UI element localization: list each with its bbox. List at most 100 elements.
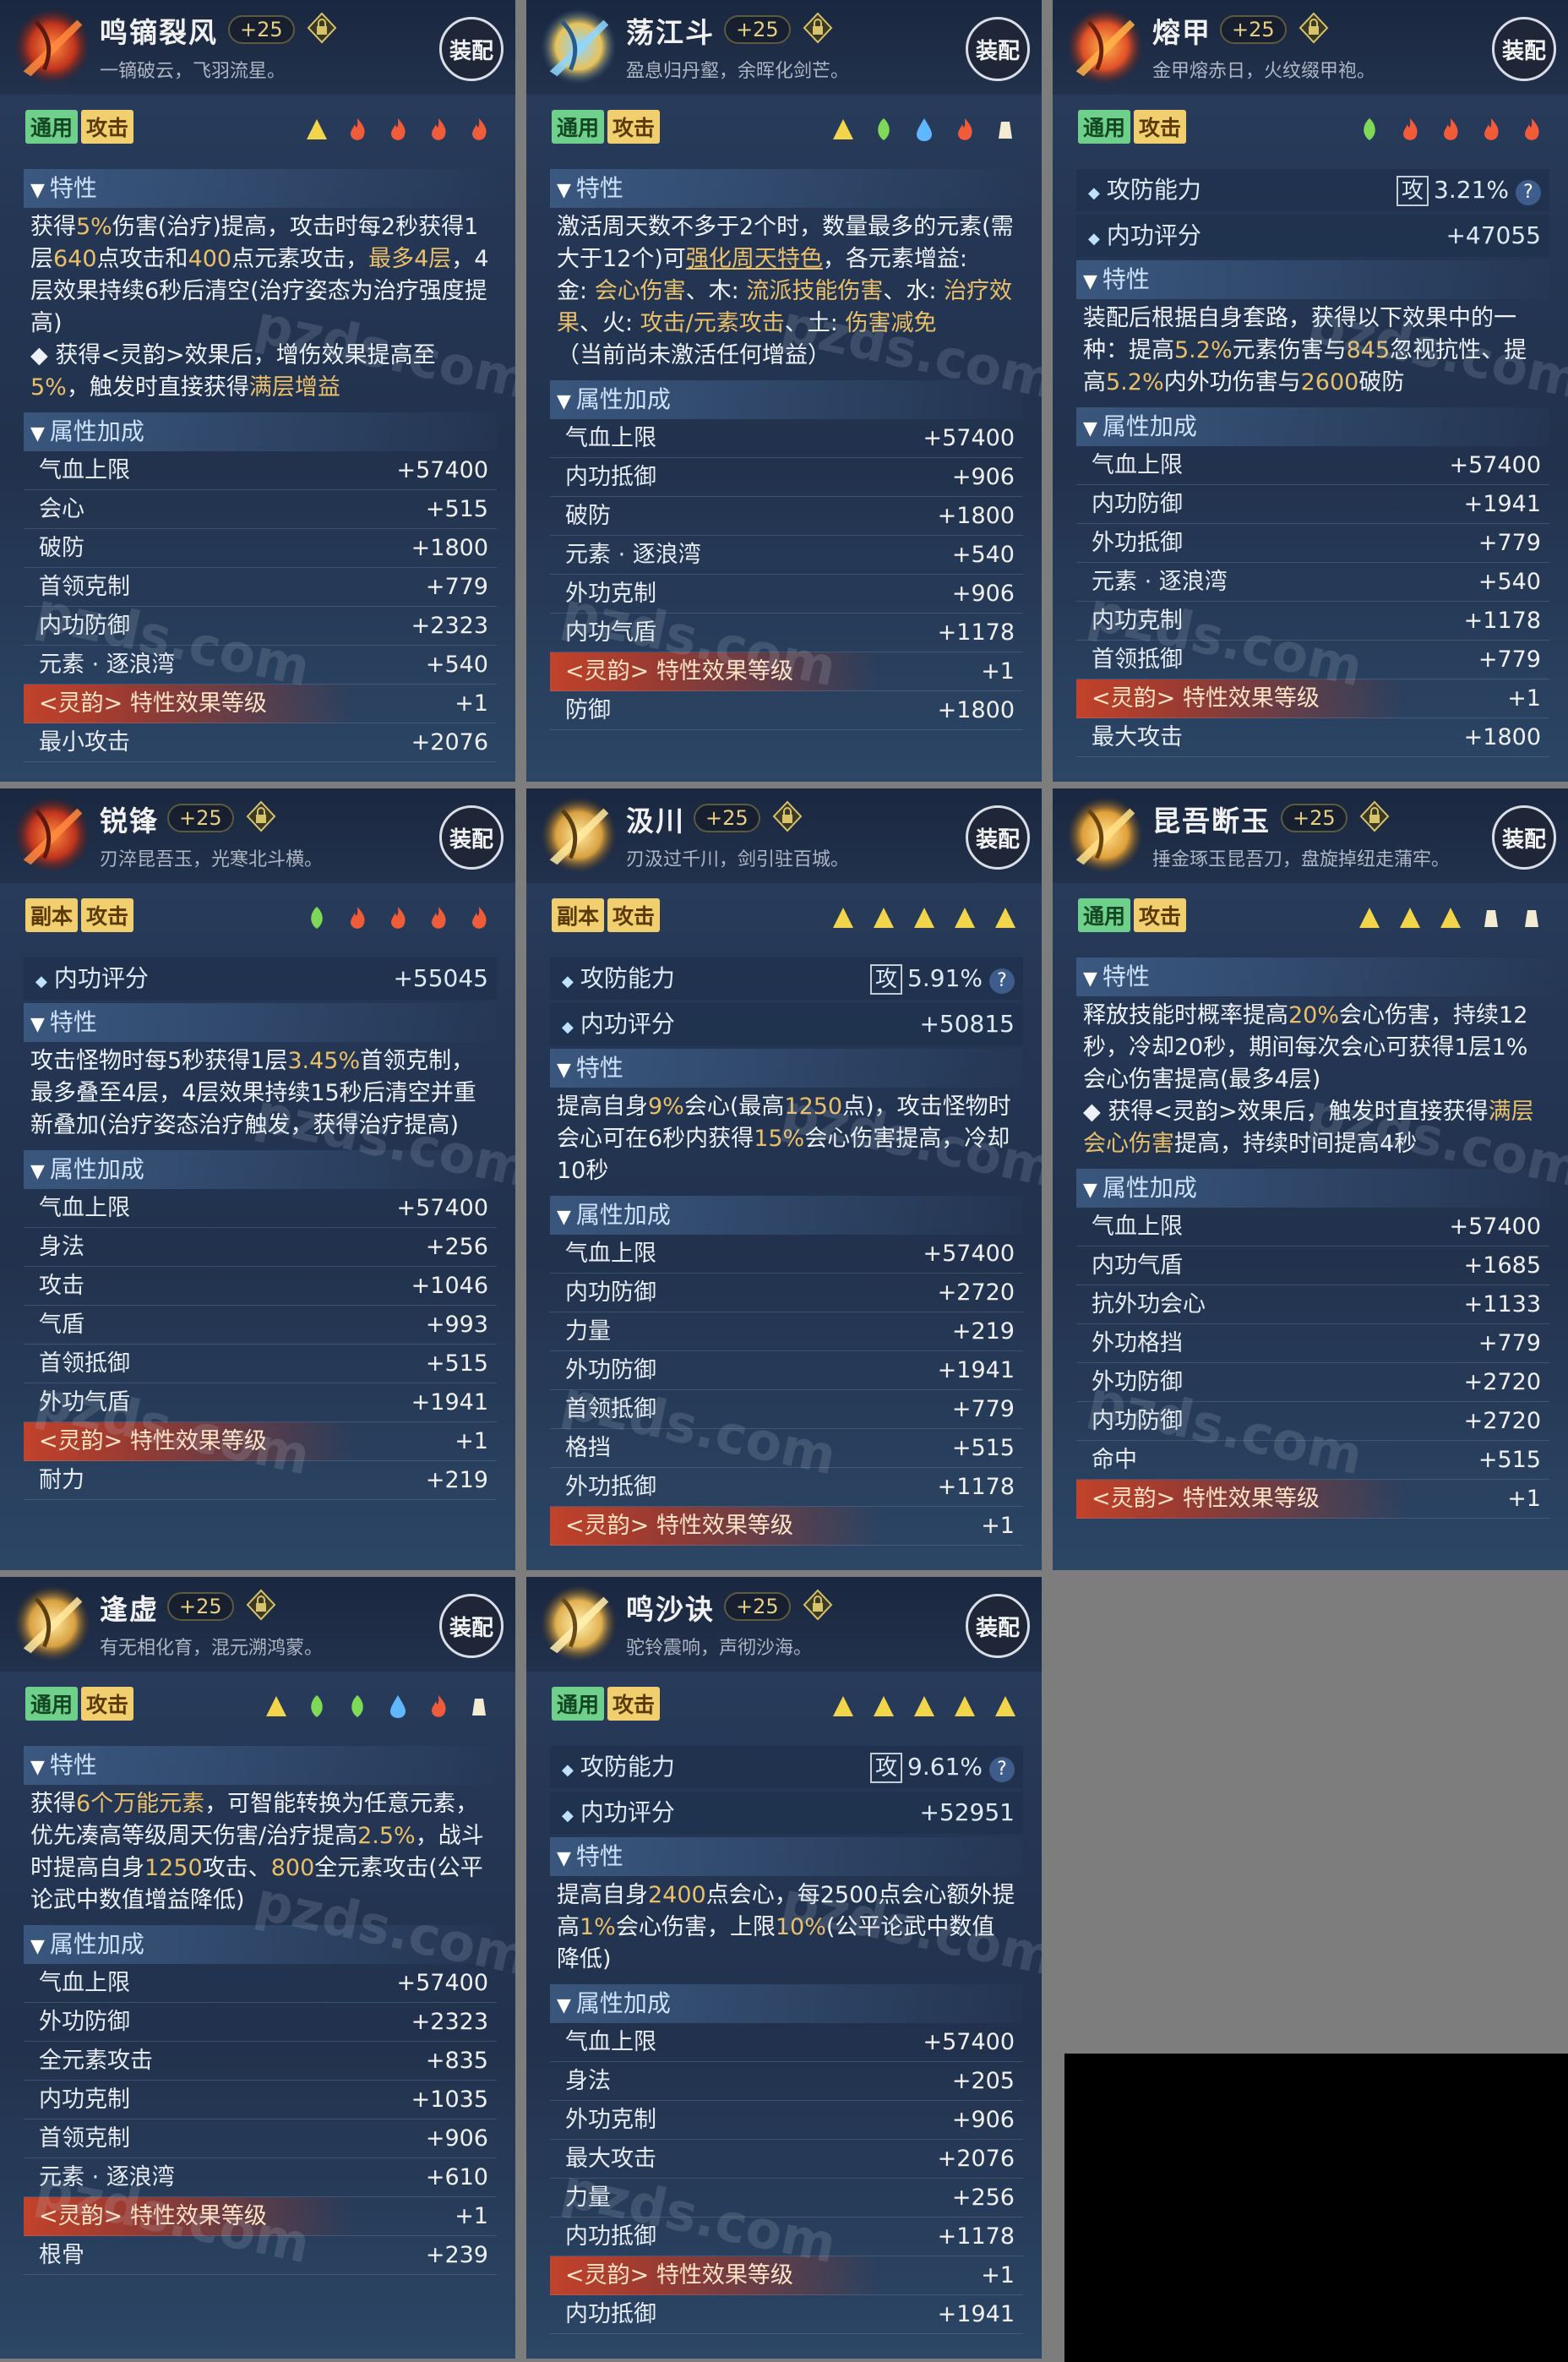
equipment-name: 荡江斗: [626, 16, 715, 49]
wood-element-icon: [873, 117, 895, 142]
lock-icon[interactable]: [1358, 800, 1391, 832]
wood-element-icon: [306, 1694, 328, 1719]
fire-element-icon: [1521, 117, 1543, 142]
earth-element-icon: [1399, 905, 1421, 930]
attribute-row: 破防 +1800: [550, 497, 1023, 536]
attribute-value: +1133: [1463, 1291, 1541, 1317]
trait-header[interactable]: ▼ 特性: [24, 169, 497, 208]
equipment-card: 逢虚 +25 有无相化育，混元溯鸿蒙。 装配 通用 攻击 ▼ 特性 获得6个万能元素，可智能转换…: [0, 1577, 515, 2359]
fire-element-icon: [387, 905, 409, 930]
attribute-name: 根骨: [39, 2242, 84, 2268]
attribute-value: +515: [951, 1435, 1015, 1461]
attribute-name: 首领克制: [39, 574, 130, 600]
attribute-row: 气血上限 +57400: [24, 1964, 497, 2003]
attribute-name: 身法: [565, 2068, 611, 2094]
attribute-row: 内功防御 +2720: [1076, 1402, 1549, 1441]
lock-icon[interactable]: [245, 800, 277, 832]
attribute-header[interactable]: ▼ 属性加成: [24, 412, 497, 451]
attribute-value: +515: [425, 496, 488, 522]
attribute-header[interactable]: ▼ 属性加成: [1076, 1169, 1549, 1208]
stat-value: 攻 3.21%?: [1396, 169, 1541, 211]
lock-icon[interactable]: [1298, 12, 1330, 44]
category-tag: 通用: [1078, 110, 1131, 144]
trait-header-label: 特性: [575, 1054, 623, 1082]
trait-header[interactable]: ▼ 特性: [550, 1837, 1023, 1876]
attribute-header-label: 属性加成: [49, 1930, 144, 1958]
card-body: ▼ 特性 获得5%伤害(治疗)提高，攻击时每2秒获得1层640点攻击和400点元素攻…: [24, 169, 497, 762]
attribute-row: 抗外功会心 +1133: [1076, 1285, 1549, 1324]
help-icon[interactable]: ?: [1516, 180, 1541, 205]
lock-icon[interactable]: [802, 12, 834, 44]
trait-header[interactable]: ▼ 特性: [1076, 260, 1549, 299]
equip-button[interactable]: 装配: [966, 17, 1030, 81]
stat-number: +47055: [1446, 221, 1541, 249]
trait-header[interactable]: ▼ 特性: [550, 169, 1023, 208]
equipment-flavor-text: 刃淬昆吾玉，光寒北斗横。: [100, 849, 324, 870]
trait-header[interactable]: ▼ 特性: [24, 1746, 497, 1785]
attribute-value: +2323: [411, 2009, 488, 2035]
stat-number: 5.91%: [907, 964, 983, 992]
help-icon[interactable]: ?: [989, 968, 1015, 994]
ling-effect-row: <灵韵> 特性效果等级 +1: [24, 685, 497, 723]
fire-element-icon: [346, 117, 368, 142]
equip-button[interactable]: 装配: [439, 805, 504, 870]
stat-value: +52951: [919, 1792, 1015, 1834]
equip-button[interactable]: 装配: [439, 17, 504, 81]
attribute-row: 气血上限 +57400: [550, 2023, 1023, 2062]
stat-value: 攻 9.61%?: [870, 1746, 1015, 1788]
element-icons: [832, 117, 1016, 142]
tag-group: 通用 攻击: [552, 1687, 661, 1721]
attribute-row: 最大攻击 +2076: [550, 2140, 1023, 2179]
help-icon[interactable]: ?: [989, 1757, 1015, 1782]
equipment-flavor-text: 金甲熔赤日，火纹缀甲袍。: [1152, 61, 1376, 82]
attribute-row: 力量 +256: [550, 2179, 1023, 2217]
equip-button[interactable]: 装配: [1492, 17, 1556, 81]
equip-button[interactable]: 装配: [1492, 805, 1556, 870]
attribute-row: 外功防御 +2323: [24, 2003, 497, 2042]
attribute-value: +1800: [1463, 724, 1541, 750]
stat-label: ◆ 内功评分: [562, 1792, 675, 1834]
earth-element-icon: [1358, 905, 1380, 930]
attribute-header[interactable]: ▼ 属性加成: [550, 1984, 1023, 2023]
attack-box: 攻: [870, 964, 903, 995]
attribute-header[interactable]: ▼ 属性加成: [24, 1150, 497, 1189]
lock-icon[interactable]: [306, 12, 338, 44]
equipment-name: 鸣沙诀: [626, 1593, 715, 1626]
attribute-name: 气血上限: [565, 2029, 656, 2055]
attribute-header[interactable]: ▼ 属性加成: [550, 380, 1023, 419]
type-tag: 攻击: [81, 898, 134, 932]
stat-name: 攻防能力: [1106, 176, 1201, 204]
card-body: ◆ 内功评分 +55045 ▼ 特性 攻击怪物时每5秒获得1层3.45%首领克制，最多叠至…: [24, 957, 497, 1500]
chevron-down-icon: ▼: [557, 1995, 571, 2016]
ling-effect-row: <灵韵> 特性效果等级 +1: [1076, 1480, 1549, 1519]
attribute-row: 首领抵御 +779: [550, 1390, 1023, 1429]
trait-header[interactable]: ▼ 特性: [24, 1003, 497, 1042]
attribute-header[interactable]: ▼ 属性加成: [550, 1196, 1023, 1235]
card-body: ▼ 特性 释放技能时概率提高20%会心伤害，持续12秒，冷却20秒，期间每次会心可获…: [1076, 957, 1549, 1519]
attribute-row: 内功防御 +2720: [550, 1274, 1023, 1312]
trait-header[interactable]: ▼ 特性: [550, 1049, 1023, 1088]
attribute-name: 首领克制: [39, 2125, 130, 2152]
attribute-header-label: 属性加成: [575, 385, 671, 413]
internal-score: ◆ 内功评分 +55045: [24, 957, 497, 1000]
enhance-level-badge: +25: [167, 804, 234, 832]
earth-element-icon: [954, 1694, 976, 1719]
lock-icon[interactable]: [245, 1589, 277, 1621]
diamond-icon: ◆: [1088, 230, 1100, 248]
equipment-emblem-icon: [8, 794, 96, 876]
diamond-icon: ◆: [562, 973, 574, 990]
lock-icon[interactable]: [771, 800, 803, 832]
attribute-value: +2323: [411, 613, 488, 639]
attribute-row: 最大攻击 +1800: [1076, 718, 1549, 757]
attribute-header[interactable]: ▼ 属性加成: [24, 1925, 497, 1964]
equip-button[interactable]: 装配: [439, 1594, 504, 1658]
attribute-header[interactable]: ▼ 属性加成: [1076, 407, 1549, 446]
lock-icon[interactable]: [802, 1589, 834, 1621]
metal-element-icon: [468, 1694, 490, 1719]
equip-button[interactable]: 装配: [966, 805, 1030, 870]
attribute-row: 力量 +219: [550, 1312, 1023, 1351]
attribute-row: 攻击 +1046: [24, 1267, 497, 1306]
attack-defense-rating: ◆ 攻防能力 攻 5.91%?: [550, 957, 1023, 1000]
equip-button[interactable]: 装配: [966, 1594, 1030, 1658]
trait-header[interactable]: ▼ 特性: [1076, 957, 1549, 996]
